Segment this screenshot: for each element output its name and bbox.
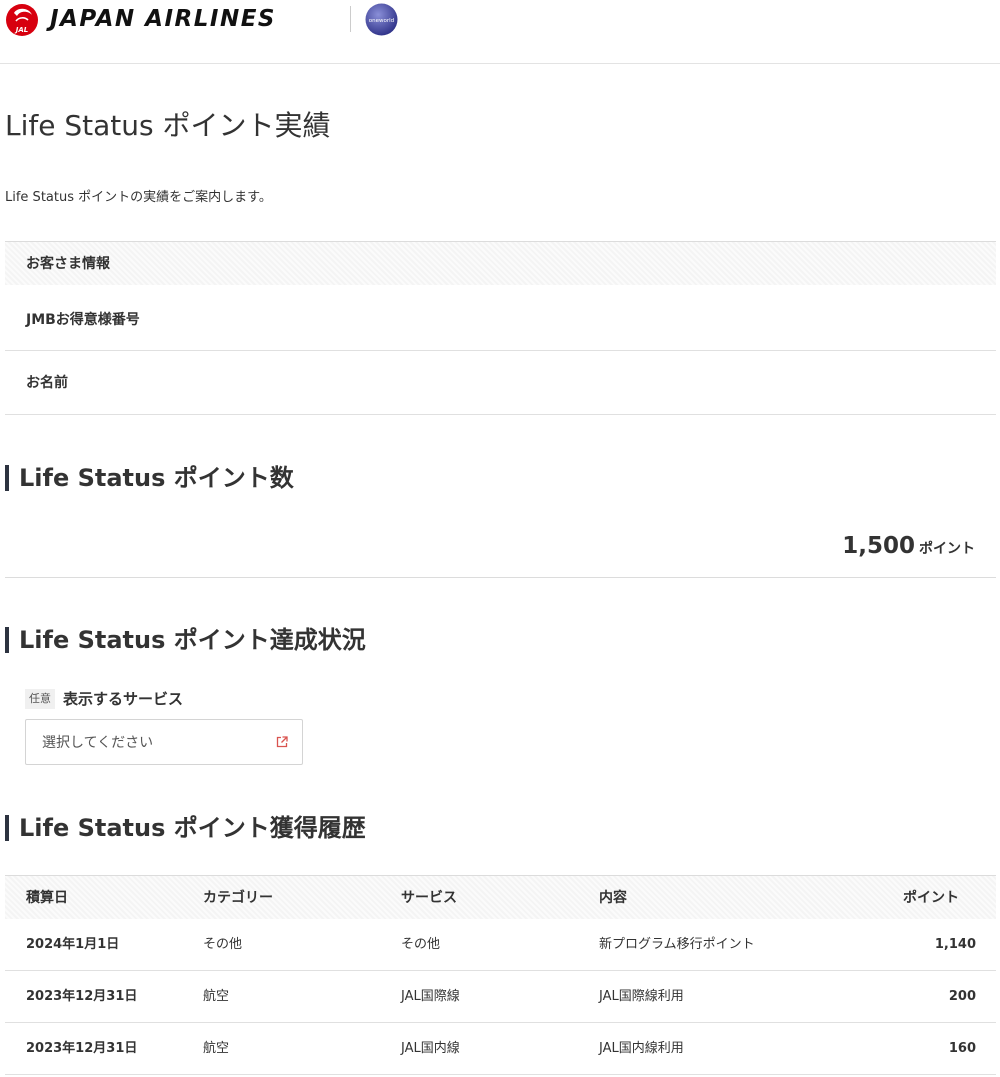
column-header-service: サービス	[401, 890, 457, 906]
points-value: 1,500	[842, 533, 915, 559]
member-number-label: JMBお得意様番号	[5, 285, 996, 351]
achievement-section-title: Life Status ポイント達成状況	[5, 624, 366, 656]
row-category: その他	[203, 937, 243, 952]
jal-crane-logo[interactable]: JAL	[5, 3, 39, 37]
oneworld-logo[interactable]: oneworld	[365, 3, 398, 36]
row-description: 新プログラム移行ポイント	[599, 937, 755, 952]
site-header: JAL JAPAN AIRLINES oneworld	[0, 0, 1000, 64]
row-category: 航空	[203, 1041, 230, 1056]
column-header-date: 積算日	[26, 890, 68, 906]
table-row: 2023年12月31日 航空 JAL国内線 JAL国内線利用 160	[5, 1023, 996, 1075]
row-points: 200	[948, 989, 976, 1004]
row-description: JAL国内線利用	[599, 1041, 684, 1056]
row-service: JAL国際線	[401, 989, 460, 1004]
row-description: JAL国際線利用	[599, 989, 684, 1004]
column-header-description: 内容	[599, 890, 627, 906]
page-title: Life Status ポイント実績	[5, 109, 331, 142]
points-total: 1,500 ポイント	[842, 528, 975, 567]
divider	[5, 577, 996, 578]
history-section-title: Life Status ポイント獲得履歴	[5, 812, 366, 844]
points-unit: ポイント	[919, 541, 975, 557]
optional-badge: 任意	[25, 689, 55, 709]
table-header-row: 積算日 カテゴリー サービス 内容 ポイント	[5, 875, 996, 919]
column-header-category: カテゴリー	[203, 890, 273, 906]
row-points: 1,140	[934, 937, 976, 952]
oneworld-text: oneworld	[369, 18, 394, 24]
jal-mark-text: JAL	[14, 26, 28, 34]
row-category: 航空	[203, 989, 230, 1004]
service-select[interactable]: 選択してください	[25, 719, 303, 765]
row-service: その他	[401, 937, 441, 952]
page-description: Life Status ポイントの実績をご案内します。	[5, 190, 272, 205]
header-divider	[350, 6, 351, 32]
table-row: 2024年1月1日 その他 その他 新プログラム移行ポイント 1,140	[5, 919, 996, 971]
column-header-points: ポイント	[903, 890, 959, 906]
points-section-title: Life Status ポイント数	[5, 462, 294, 494]
row-date: 2023年12月31日	[26, 989, 138, 1004]
row-service: JAL国内線	[401, 1041, 460, 1056]
customer-info-heading: お客さま情報	[5, 241, 996, 285]
external-link-icon	[276, 736, 288, 748]
row-date: 2024年1月1日	[26, 937, 120, 952]
history-table: 積算日 カテゴリー サービス 内容 ポイント 2024年1月1日 その他 その他…	[5, 875, 996, 1075]
service-select-placeholder: 選択してください	[42, 735, 154, 751]
customer-info-table: お客さま情報 JMBお得意様番号 お名前	[5, 241, 996, 415]
service-filter-label: 表示するサービス	[63, 690, 184, 708]
row-date: 2023年12月31日	[26, 1041, 138, 1056]
table-row: 2023年12月31日 航空 JAL国際線 JAL国際線利用 200	[5, 971, 996, 1023]
row-points: 160	[948, 1041, 976, 1056]
brand-wordmark[interactable]: JAPAN AIRLINES	[50, 4, 276, 34]
name-label: お名前	[5, 351, 996, 415]
